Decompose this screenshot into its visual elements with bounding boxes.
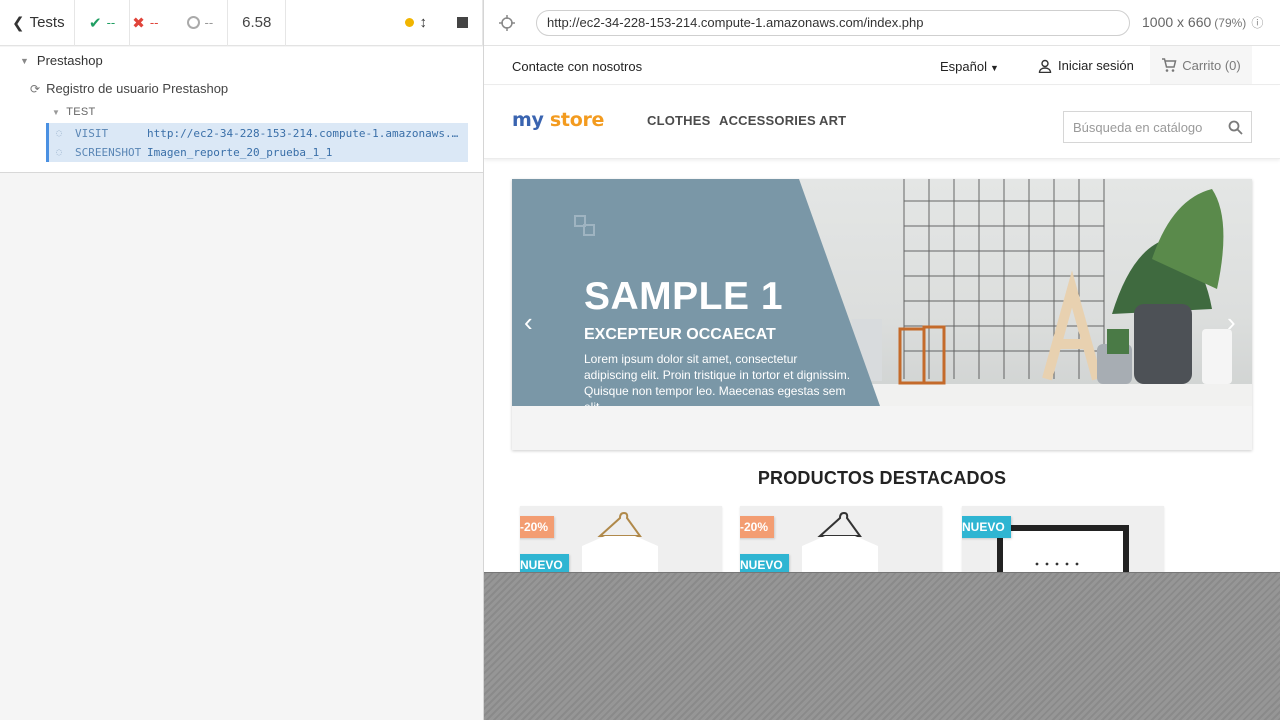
slide-image: SAMPLE 1 EXCEPTEUR OCCAECAT Lorem ipsum … bbox=[512, 179, 1252, 406]
home-carousel: SAMPLE 1 EXCEPTEUR OCCAECAT Lorem ipsum … bbox=[512, 179, 1252, 450]
caret-down-icon: ▼ bbox=[989, 63, 999, 73]
search-placeholder: Búsqueda en catálogo bbox=[1073, 119, 1203, 135]
command-visit[interactable]: ◌ VISIT http://ec2-34-228-153-214.comput… bbox=[46, 123, 468, 143]
product-card[interactable]: -20% NUEVO bbox=[740, 506, 942, 572]
passed-count: -- bbox=[106, 15, 116, 30]
language-select[interactable]: Español ▼ bbox=[940, 59, 999, 74]
category-clothes[interactable]: CLOTHES bbox=[647, 113, 711, 128]
product-card[interactable]: NUEVO bbox=[962, 506, 1164, 572]
chevron-left-icon: ❮ bbox=[12, 14, 25, 32]
selector-playground-button[interactable] bbox=[484, 0, 530, 46]
viewport-scale: (79%) bbox=[1214, 16, 1247, 30]
signin-link[interactable]: Iniciar sesión bbox=[1038, 58, 1134, 73]
language-value: Español bbox=[940, 59, 987, 74]
suite-title: Prestashop bbox=[36, 53, 103, 68]
slide-decoration-icon bbox=[574, 215, 595, 236]
test-title: Registro de usuario Prestashop bbox=[46, 81, 229, 96]
store-top-nav: Contacte con nosotros Español ▼ Iniciar s… bbox=[484, 46, 1280, 85]
info-icon: ⓘ bbox=[1251, 16, 1264, 30]
pending-circle-icon bbox=[186, 16, 200, 29]
product-card[interactable]: -20% NUEVO bbox=[520, 506, 722, 572]
reporter-controls: ↕ bbox=[286, 0, 483, 46]
caret-down-icon: ▼ bbox=[52, 107, 61, 117]
auto-scroll-icon[interactable]: ↕ bbox=[420, 14, 428, 31]
reporter-header: ❮ Tests ✔ -- ✖ -- -- 6.58 ↕ bbox=[0, 0, 483, 46]
viewport-info[interactable]: 1000 x 660 (79%) ⓘ bbox=[1142, 14, 1263, 31]
store-header: my store CLOTHES ACCESSORIES ART Búsqued… bbox=[484, 86, 1280, 159]
pending-stat: -- bbox=[173, 0, 229, 46]
hook-title: TEST bbox=[66, 106, 96, 118]
user-icon bbox=[1038, 59, 1052, 73]
chevron-right-icon[interactable]: › bbox=[1227, 307, 1236, 338]
shopping-cart-icon bbox=[1162, 58, 1177, 72]
slide-title: SAMPLE 1 bbox=[584, 275, 784, 318]
suite-item[interactable]: ▼ Prestashop bbox=[20, 53, 103, 68]
caret-down-icon: ▼ bbox=[20, 55, 29, 66]
discount-flag: -20% bbox=[740, 516, 775, 538]
command-message: Imagen_reporte_20_prueba_1_1 bbox=[147, 145, 333, 159]
aut-iframe: Contacte con nosotros Español ▼ Iniciar s… bbox=[484, 46, 1280, 572]
cypress-runner: ❮ Tests ✔ -- ✖ -- -- 6.58 ↕ ▼ Prestashop… bbox=[0, 0, 1280, 720]
viewport-size: 1000 x 660 bbox=[1142, 14, 1212, 30]
category-accessories[interactable]: ACCESSORIES bbox=[719, 113, 816, 128]
contact-link[interactable]: Contacte con nosotros bbox=[512, 59, 642, 74]
duration: 6.58 bbox=[228, 0, 287, 46]
aut-header: http://ec2-34-228-153-214.compute-1.amaz… bbox=[484, 0, 1280, 46]
reporter-panel: ❮ Tests ✔ -- ✖ -- -- 6.58 ↕ ▼ Prestashop… bbox=[0, 0, 484, 720]
chevron-left-icon[interactable]: ‹ bbox=[524, 307, 533, 338]
pending-count: -- bbox=[204, 15, 214, 30]
spinner-icon: ◌ bbox=[55, 127, 63, 139]
viewport-background bbox=[484, 572, 1280, 720]
test-item[interactable]: ⟳ Registro de usuario Prestashop bbox=[30, 81, 228, 96]
slide-description: Lorem ipsum dolor sit amet, consectetur … bbox=[584, 352, 851, 406]
url-bar[interactable]: http://ec2-34-228-153-214.compute-1.amaz… bbox=[536, 9, 1130, 36]
command-message: http://ec2-34-228-153-214.compute-1.amaz… bbox=[147, 126, 468, 140]
check-icon: ✔ bbox=[89, 14, 102, 32]
failed-stat: ✖ -- bbox=[130, 0, 172, 46]
x-icon: ✖ bbox=[132, 14, 145, 32]
new-flag: NUEVO bbox=[962, 516, 1011, 538]
command-name: SCREENSHOT bbox=[75, 145, 142, 159]
cart-button[interactable]: Carrito (0) bbox=[1150, 46, 1252, 84]
store-logo[interactable]: my store bbox=[512, 109, 604, 131]
hook-item[interactable]: ▼ TEST bbox=[52, 106, 96, 118]
spinner-icon: ◌ bbox=[55, 146, 63, 158]
cart-label: Carrito (0) bbox=[1182, 57, 1241, 73]
crosshair-icon bbox=[499, 14, 515, 31]
catalog-search-input[interactable]: Búsqueda en catálogo bbox=[1063, 111, 1252, 143]
new-flag: NUEVO bbox=[520, 554, 569, 572]
tests-label: Tests bbox=[29, 14, 65, 31]
command-name: VISIT bbox=[75, 126, 109, 140]
stop-icon[interactable] bbox=[457, 17, 468, 28]
logo-part-1: my bbox=[512, 109, 544, 131]
search-icon[interactable] bbox=[1228, 120, 1243, 135]
passed-stat: ✔ -- bbox=[75, 0, 131, 46]
running-indicator-icon bbox=[404, 18, 414, 27]
failed-count: -- bbox=[149, 15, 159, 30]
featured-products-title: PRODUCTOS DESTACADOS bbox=[757, 468, 1007, 488]
logo-part-2: store bbox=[549, 109, 605, 131]
signin-label: Iniciar sesión bbox=[1058, 58, 1134, 73]
tests-button[interactable]: ❮ Tests bbox=[0, 0, 75, 46]
discount-flag: -20% bbox=[520, 516, 555, 538]
running-refresh-icon: ⟳ bbox=[30, 81, 41, 96]
category-art[interactable]: ART bbox=[819, 113, 846, 128]
runnables-list: ▼ Prestashop ⟳ Registro de usuario Prest… bbox=[0, 47, 483, 173]
slide-subtitle: EXCEPTEUR OCCAECAT bbox=[584, 326, 776, 343]
command-screenshot[interactable]: ◌ SCREENSHOT Imagen_reporte_20_prueba_1_… bbox=[46, 142, 468, 162]
new-flag: NUEVO bbox=[740, 554, 789, 572]
